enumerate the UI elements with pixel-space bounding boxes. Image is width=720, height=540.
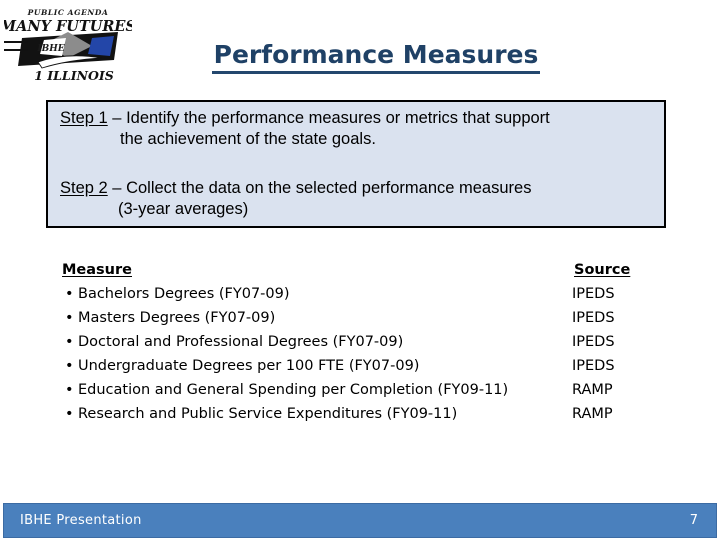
measures-header-measure: Measure xyxy=(62,262,132,278)
step-1-line1: – Identify the performance measures or m… xyxy=(107,109,550,127)
ibhe-logo: PUBLIC AGENDA MANY FUTURES IBHE 1 ILLINO… xyxy=(4,2,132,84)
svg-text:IBHE: IBHE xyxy=(36,44,64,54)
source-cell: RAMP xyxy=(572,382,613,398)
measure-cell: • Research and Public Service Expenditure… xyxy=(60,406,572,422)
measures-header-row: Measure Source xyxy=(60,262,660,286)
measures-table: Measure Source • Bachelors Degrees (FY07-… xyxy=(60,262,660,430)
page-title-text: Performance Measures xyxy=(211,40,541,74)
source-cell: IPEDS xyxy=(572,310,615,326)
footer-page-number: 7 xyxy=(689,513,698,528)
source-cell: IPEDS xyxy=(572,286,615,302)
step-2-line1: – Collect the data on the selected perfo… xyxy=(107,179,532,197)
measure-label: Bachelors Degrees (FY07-09) xyxy=(78,286,290,302)
table-row: • Doctoral and Professional Degrees (FY07… xyxy=(60,334,660,358)
svg-text:PUBLIC AGENDA: PUBLIC AGENDA xyxy=(27,8,109,17)
step-2: Step 2 – Collect the data on the selecte… xyxy=(60,178,656,221)
measure-cell: • Masters Degrees (FY07-09) xyxy=(60,310,572,326)
table-row: • Research and Public Service Expenditure… xyxy=(60,406,660,430)
measure-label: Education and General Spending per Compl… xyxy=(78,382,509,398)
step-1-line2: the achievement of the state goals. xyxy=(120,130,376,149)
bullet-icon: • xyxy=(65,358,74,374)
bullet-icon: • xyxy=(65,286,74,302)
measure-cell: • Bachelors Degrees (FY07-09) xyxy=(60,286,572,302)
measure-label: Masters Degrees (FY07-09) xyxy=(78,310,276,326)
steps-callout-box: Step 1 – Identify the performance measur… xyxy=(46,100,666,228)
table-row: • Undergraduate Degrees per 100 FTE (FY07… xyxy=(60,358,660,382)
svg-text:1 ILLINOIS: 1 ILLINOIS xyxy=(34,68,114,83)
measure-cell: • Education and General Spending per Comp… xyxy=(60,382,572,398)
bullet-icon: • xyxy=(65,334,74,350)
source-cell: IPEDS xyxy=(572,358,615,374)
measure-label: Doctoral and Professional Degrees (FY07-… xyxy=(78,334,404,350)
measure-label: Undergraduate Degrees per 100 FTE (FY07-… xyxy=(78,358,420,374)
bullet-icon: • xyxy=(65,406,74,422)
measure-cell: • Undergraduate Degrees per 100 FTE (FY07… xyxy=(60,358,572,374)
source-cell: IPEDS xyxy=(572,334,615,350)
step-1: Step 1 – Identify the performance measur… xyxy=(60,108,656,151)
measure-label: Research and Public Service Expenditures… xyxy=(78,406,458,422)
table-row: • Education and General Spending per Comp… xyxy=(60,382,660,406)
measure-cell: • Doctoral and Professional Degrees (FY07… xyxy=(60,334,572,350)
table-row: • Masters Degrees (FY07-09) IPEDS xyxy=(60,310,660,334)
step-2-line2: (3-year averages) xyxy=(118,200,249,219)
page-title: Performance Measures xyxy=(150,40,602,74)
table-row: • Bachelors Degrees (FY07-09) IPEDS xyxy=(60,286,660,310)
footer-bar: IBHE Presentation 7 xyxy=(3,503,717,538)
bullet-icon: • xyxy=(65,382,74,398)
source-cell: RAMP xyxy=(572,406,613,422)
measures-body: • Bachelors Degrees (FY07-09) IPEDS • Master… xyxy=(60,286,660,430)
measures-header-source: Source xyxy=(574,262,631,278)
footer-label: IBHE Presentation xyxy=(20,513,142,528)
step-1-label: Step 1 xyxy=(60,109,108,127)
bullet-icon: • xyxy=(65,310,74,326)
step-2-label: Step 2 xyxy=(60,179,108,197)
